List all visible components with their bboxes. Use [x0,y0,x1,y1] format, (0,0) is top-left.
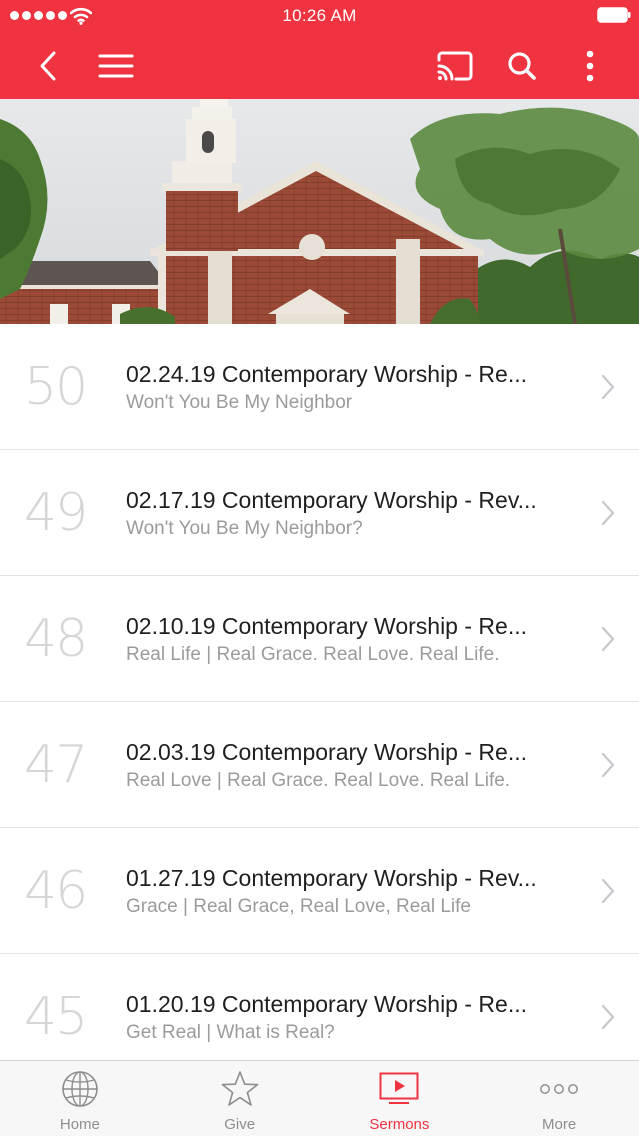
status-bar: 10:26 AM [0,0,639,32]
sermon-number: 49 [24,483,88,543]
sermon-subtitle: Grace | Real Grace, Real Love, Real Life [126,896,471,917]
sermon-row[interactable]: 49 02.17.19 Contemporary Worship - Rev..… [0,450,639,576]
sermon-subtitle: Real Life | Real Grace. Real Love. Real … [126,644,500,665]
navigation-bar [0,32,639,99]
video-play-icon [379,1069,419,1109]
sermon-row[interactable]: 50 02.24.19 Contemporary Worship - Re...… [0,324,639,450]
chevron-right-icon [601,626,615,652]
sermon-title: 02.03.19 Contemporary Worship - Re... [126,739,527,765]
sermon-number: 50 [24,357,88,417]
tab-label: Home [59,1116,100,1133]
tab-sermons[interactable]: Sermons [320,1061,480,1136]
back-button[interactable] [28,32,68,99]
search-icon [508,51,536,80]
vertical-dots-icon [586,50,594,81]
sermon-title: 02.10.19 Contemporary Worship - Re... [126,613,527,639]
sermon-row[interactable]: 47 02.03.19 Contemporary Worship - Re...… [0,702,639,828]
hamburger-menu-icon [98,54,134,77]
sermon-title: 01.20.19 Contemporary Worship - Re... [126,991,527,1017]
tab-home[interactable]: Home [0,1061,160,1136]
horizontal-dots-icon [539,1069,579,1109]
sermon-row[interactable]: 48 02.10.19 Contemporary Worship - Re...… [0,576,639,702]
tab-give[interactable]: Give [160,1061,320,1136]
sermon-number: 46 [24,861,88,921]
sermon-list: 50 02.24.19 Contemporary Worship - Re...… [0,324,639,1060]
sermon-number: 45 [24,987,88,1047]
menu-button[interactable] [96,32,136,99]
status-time: 10:26 AM [282,6,357,25]
chevron-right-icon [601,374,615,400]
chevron-right-icon [601,500,615,526]
sermon-row[interactable]: 46 01.27.19 Contemporary Worship - Rev..… [0,828,639,954]
sermon-subtitle: Won't You Be My Neighbor? [126,518,363,539]
hero-church-image [0,99,639,324]
cast-button[interactable] [434,32,476,99]
tab-label: Sermons [369,1116,430,1133]
chevron-left-icon [40,51,56,80]
chevron-right-icon [601,752,615,778]
top-bar: 10:26 AM [0,0,639,99]
sermon-number: 47 [24,735,88,795]
search-button[interactable] [502,32,542,99]
tab-more[interactable]: More [479,1061,639,1136]
chevron-right-icon [601,1004,615,1030]
tab-label: Give [224,1116,256,1133]
tab-bar: Home Give Sermons More [0,1060,639,1136]
star-icon [220,1069,260,1109]
app-screen: 10:26 AM 50 02.24.19 Contemporary Worshi… [0,0,639,1136]
battery-icon [597,7,631,23]
more-options-button[interactable] [572,32,608,99]
sermon-subtitle: Won't You Be My Neighbor [126,392,353,413]
sermon-title: 02.17.19 Contemporary Worship - Rev... [126,487,537,513]
sermon-subtitle: Real Love | Real Grace. Real Love. Real … [126,770,511,791]
sermon-number: 48 [24,609,88,669]
globe-icon [60,1069,100,1109]
sermon-title: 02.24.19 Contemporary Worship - Re... [126,361,527,387]
chevron-right-icon [601,878,615,904]
sermon-subtitle: Get Real | What is Real? [126,1022,335,1043]
sermon-title: 01.27.19 Contemporary Worship - Rev... [126,865,537,891]
sermon-row[interactable]: 45 01.20.19 Contemporary Worship - Re...… [0,954,639,1060]
tab-label: More [542,1116,577,1133]
cast-icon [437,51,473,80]
